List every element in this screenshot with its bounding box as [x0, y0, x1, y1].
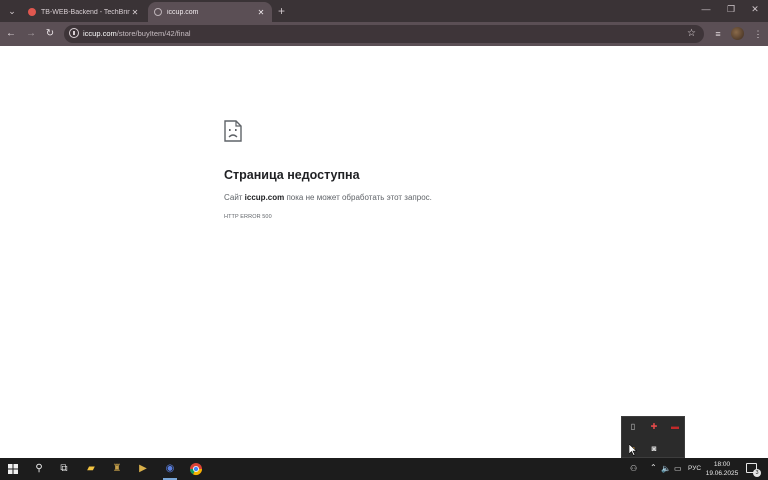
- usb-icon[interactable]: ▯: [628, 422, 638, 432]
- back-button[interactable]: ←: [3, 26, 19, 42]
- people-icon[interactable]: ⚇: [630, 464, 637, 473]
- search-icon[interactable]: ⚲: [32, 462, 46, 476]
- language-indicator[interactable]: РУС: [688, 465, 701, 472]
- windows-start-icon[interactable]: [6, 462, 20, 476]
- volume-icon[interactable]: 🔈: [661, 464, 671, 473]
- tab-favicon-icon: [28, 8, 36, 16]
- tab-iccup[interactable]: iccup.com ✕: [148, 2, 272, 22]
- tab-strip: ⌄ TB-WEB-Backend - TechBringe ✕ iccup.co…: [0, 0, 768, 22]
- new-tab-button[interactable]: +: [278, 4, 285, 18]
- address-bar[interactable]: iccup.com/store/buyItem/42/final ☆: [64, 25, 704, 43]
- tab-close-icon[interactable]: ✕: [256, 8, 266, 17]
- url-host: iccup.com: [83, 29, 117, 38]
- error-description: Сайт iccup.com пока не может обработать …: [224, 193, 432, 202]
- menu-icon[interactable]: ⋮: [750, 26, 766, 42]
- tab-close-icon[interactable]: ✕: [130, 8, 140, 17]
- site-info-icon[interactable]: [69, 28, 79, 38]
- error-code: HTTP ERROR 500: [224, 214, 272, 220]
- page-title: Страница недоступна: [224, 168, 360, 182]
- date: 19.06.2025: [705, 470, 739, 477]
- browser-profile-icon[interactable]: ◉: [163, 462, 177, 480]
- media-controls-icon[interactable]: ≡: [710, 26, 726, 42]
- mouse-cursor-icon: [629, 444, 637, 456]
- globe-icon: [154, 8, 162, 16]
- tab-search-button[interactable]: ⌄: [4, 3, 20, 19]
- discord-icon[interactable]: ◙: [649, 444, 659, 454]
- close-window-button[interactable]: ✕: [743, 4, 767, 15]
- task-view-icon[interactable]: ⧉: [57, 462, 71, 476]
- url-path: /store/buyItem/42/final: [116, 29, 191, 38]
- chrome-icon[interactable]: [189, 462, 203, 476]
- taskbar: ⚲ ⧉ ▰ ♜ ▶ ◉ ⚇ ⌃ 🔈 ▭ РУС 18:00 19.06.2025…: [0, 458, 768, 480]
- file-explorer-icon[interactable]: ▰: [84, 462, 98, 476]
- desc-suffix: пока не может обработать этот запрос.: [284, 193, 432, 202]
- game-app-icon[interactable]: ♜: [110, 462, 124, 476]
- time: 18:00: [713, 461, 731, 468]
- tab-techbringer[interactable]: TB-WEB-Backend - TechBringe ✕: [22, 2, 146, 22]
- browser-toolbar: ← → ↻ iccup.com/store/buyItem/42/final ☆…: [0, 22, 768, 46]
- antivirus-icon[interactable]: ▬: [670, 422, 680, 432]
- minimize-button[interactable]: —: [694, 4, 718, 14]
- avatar[interactable]: [731, 27, 744, 40]
- chevron-up-icon[interactable]: ⌃: [650, 463, 657, 472]
- shield-icon[interactable]: ✚: [649, 422, 659, 432]
- desc-prefix: Сайт: [224, 193, 245, 202]
- tab-title: TB-WEB-Backend - TechBringe: [41, 8, 130, 16]
- restore-button[interactable]: ❐: [719, 4, 743, 15]
- tab-title: iccup.com: [167, 8, 199, 16]
- desc-host: iccup.com: [244, 193, 285, 202]
- notification-badge: 3: [753, 469, 761, 477]
- reload-button[interactable]: ↻: [42, 26, 58, 42]
- forward-button[interactable]: →: [23, 26, 39, 42]
- media-player-icon[interactable]: ▶: [136, 462, 150, 476]
- bookmark-star-icon[interactable]: ☆: [687, 27, 696, 41]
- sad-page-icon: [224, 120, 242, 142]
- url-text[interactable]: iccup.com/store/buyItem/42/final: [83, 28, 191, 40]
- clock[interactable]: 18:00 19.06.2025: [704, 460, 740, 478]
- network-icon[interactable]: ▭: [674, 464, 682, 473]
